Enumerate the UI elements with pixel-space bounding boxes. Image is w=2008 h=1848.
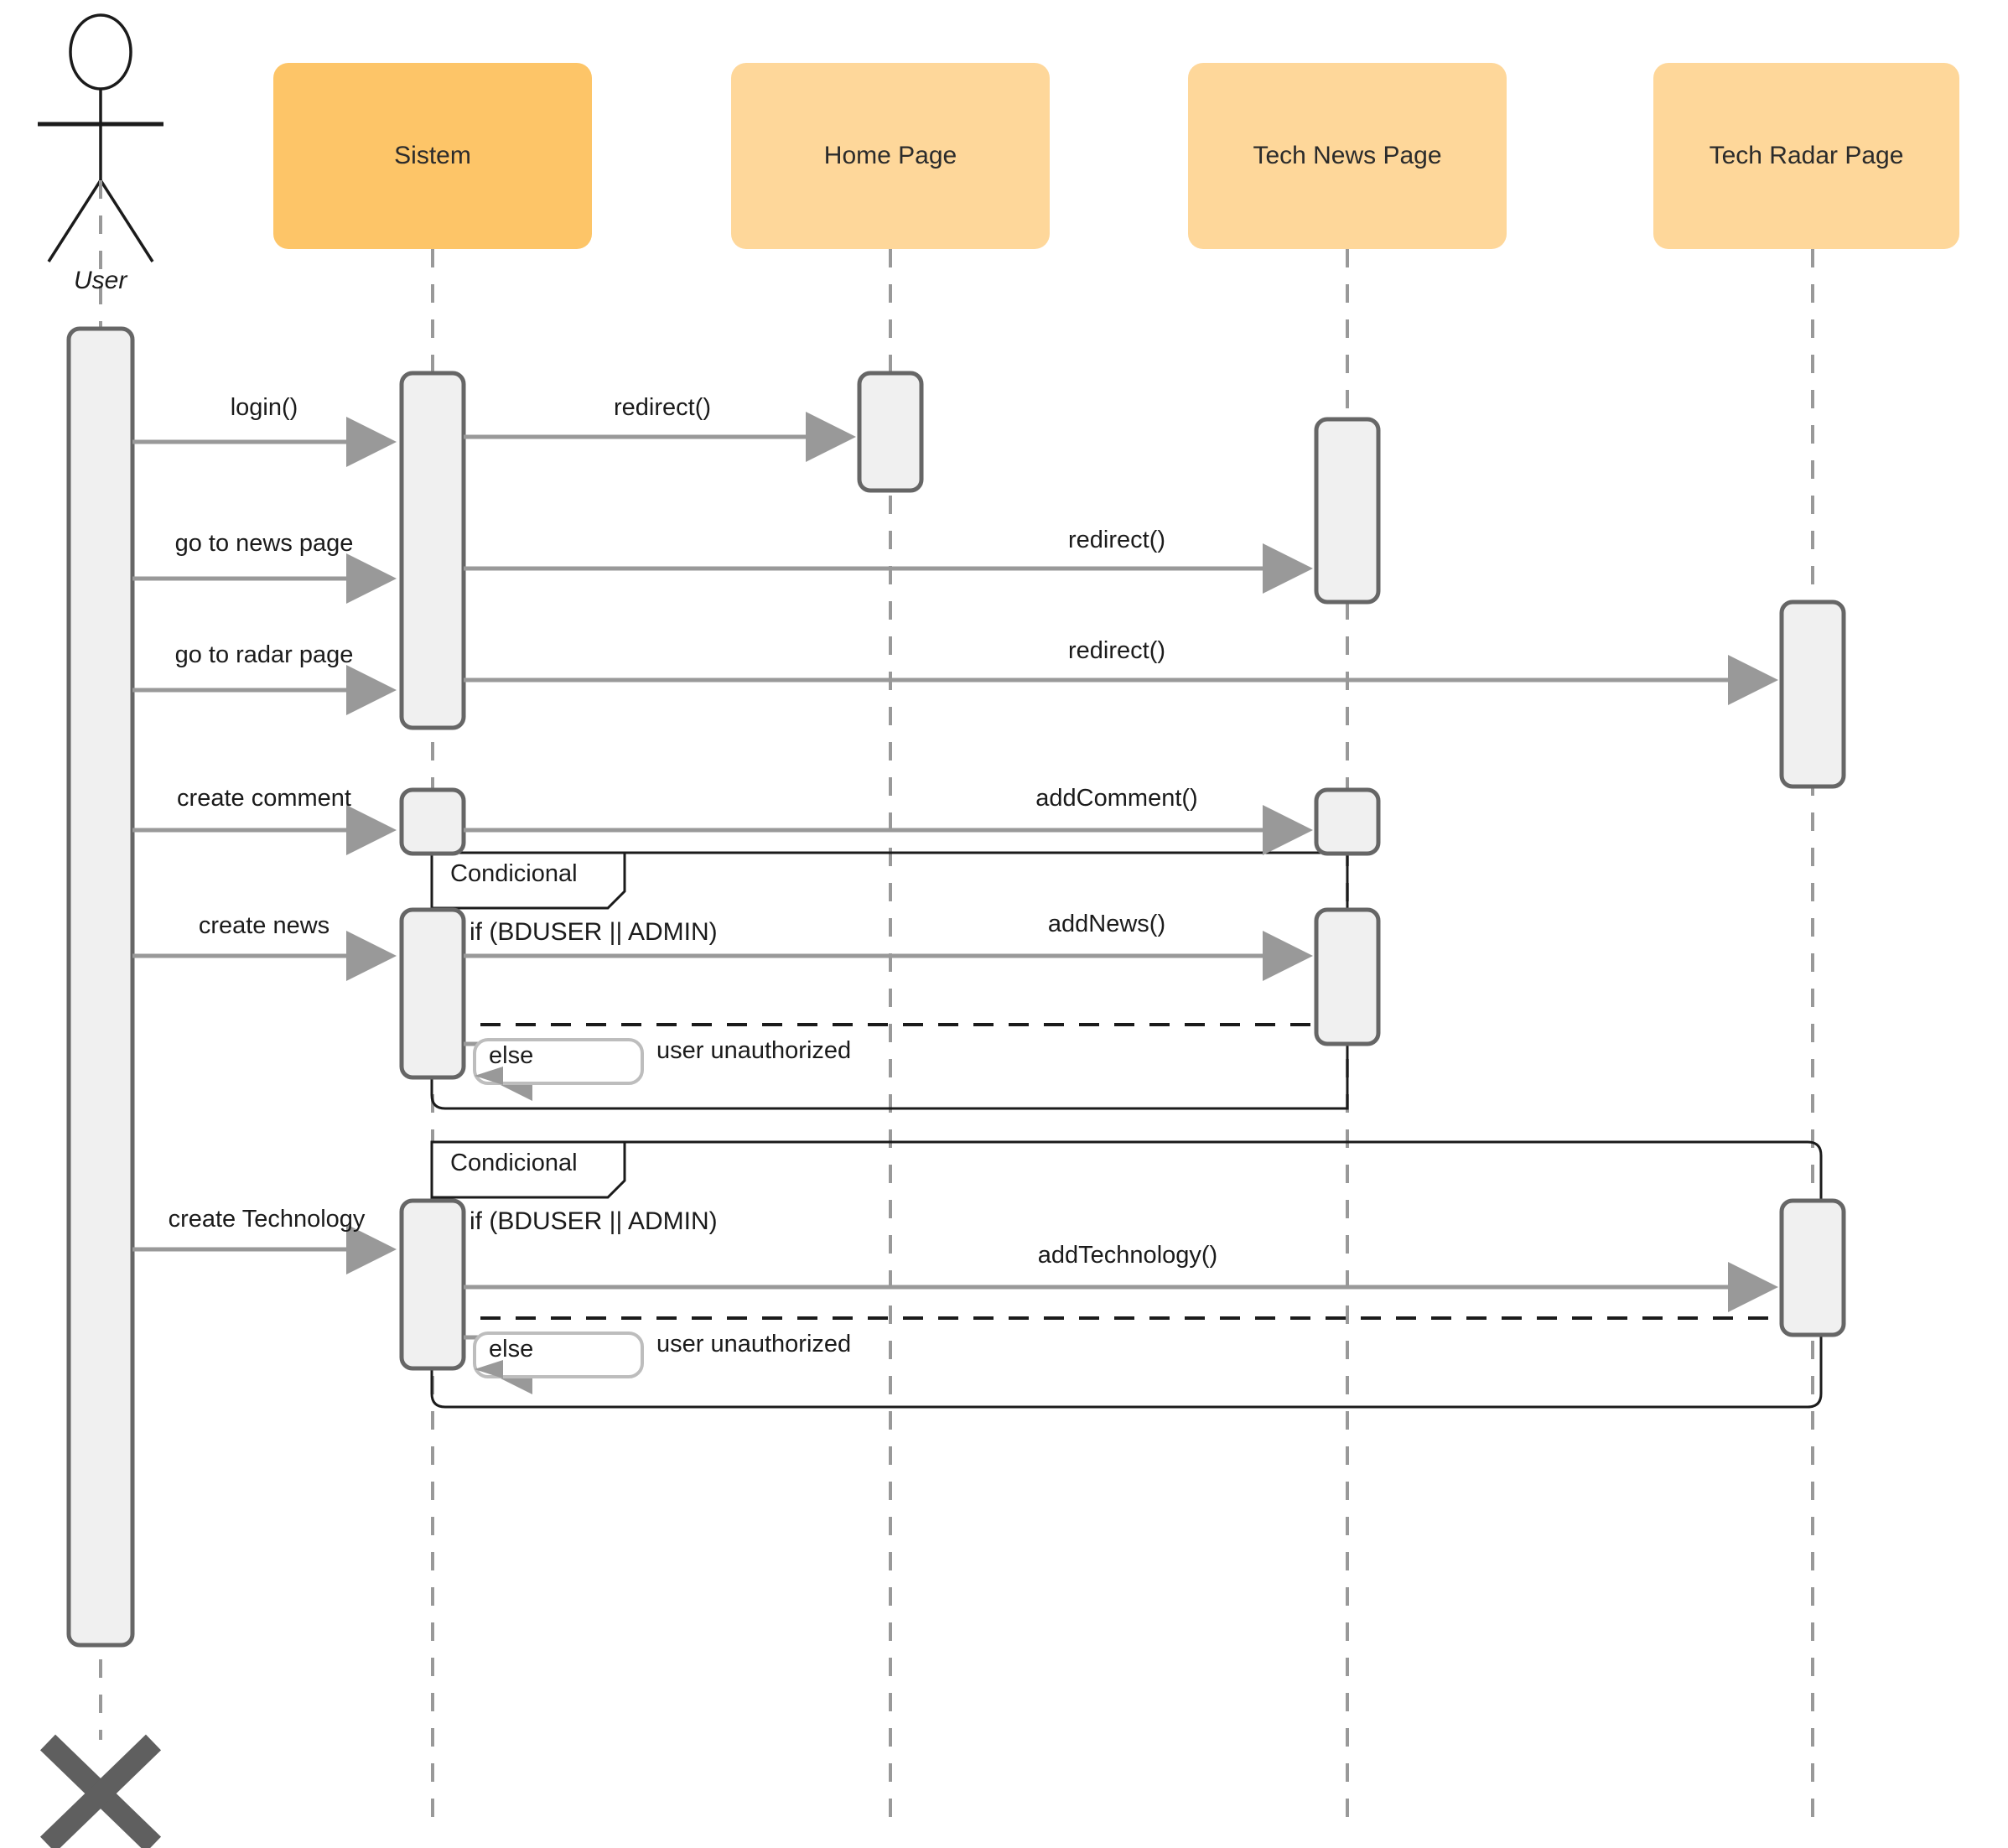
message-label-create-news: create news — [198, 912, 330, 939]
fragment-name-condicional-news: Condicional — [450, 860, 578, 887]
activation-technews-3 — [1314, 907, 1381, 1046]
fragment-else-label-news: else — [489, 1042, 534, 1069]
activation-technews-1 — [1314, 417, 1381, 605]
activation-techradar-1 — [1779, 600, 1846, 789]
message-label-create-technology: create Technology — [168, 1206, 366, 1233]
fragment-guard-condicional-news: if (BDUSER || ADMIN) — [470, 918, 718, 946]
activation-sistem-4 — [399, 1198, 466, 1371]
message-label-redirect-radar: redirect() — [1067, 637, 1166, 664]
message-label-go-to-radar-page: go to radar page — [174, 641, 354, 668]
activation-technews-2 — [1314, 787, 1381, 856]
activation-techradar-2 — [1779, 1198, 1846, 1337]
activation-sistem-2 — [399, 787, 466, 856]
lifeline-header-sistem[interactable]: Sistem — [273, 63, 592, 249]
activation-bars — [66, 326, 1846, 1648]
lifeline-dashes — [99, 180, 1814, 1832]
activation-sistem-1 — [399, 371, 466, 730]
message-label-redirect-home: redirect() — [613, 394, 712, 421]
actor-label-user: User — [74, 267, 127, 294]
fragment-else-label-technology: else — [489, 1336, 534, 1363]
message-label-redirect-news: redirect() — [1067, 527, 1166, 553]
message-label-login: login() — [230, 394, 298, 421]
message-label-add-news: addNews() — [1047, 911, 1166, 937]
lifeline-label-tech-radar-page: Tech Radar Page — [1709, 142, 1904, 169]
lifeline-header-tech-news-page[interactable]: Tech News Page — [1188, 63, 1507, 249]
lifeline-label-home-page: Home Page — [823, 142, 957, 169]
self-return-arrows — [464, 1041, 644, 1394]
message-label-add-comment: addComment() — [1035, 785, 1198, 812]
message-label-user-unauthorized-technology: user unauthorized — [656, 1331, 852, 1357]
activation-user — [66, 326, 135, 1648]
activation-home-1 — [857, 371, 924, 493]
x-destruction-icon — [39, 1734, 162, 1848]
activation-sistem-3 — [399, 907, 466, 1080]
message-label-add-technology: addTechnology() — [1037, 1242, 1218, 1269]
fragment-name-condicional-technology: Condicional — [450, 1150, 578, 1176]
message-label-go-to-news-page: go to news page — [174, 530, 354, 557]
fragment-guard-condicional-technology: if (BDUSER || ADMIN) — [470, 1207, 718, 1235]
message-arrows — [132, 412, 1778, 1312]
lifeline-header-home-page[interactable]: Home Page — [731, 63, 1050, 249]
lifeline-label-sistem: Sistem — [394, 142, 471, 169]
lifeline-label-tech-news-page: Tech News Page — [1253, 142, 1442, 169]
sequence-diagram-canvas: Sistem Home Page Tech News Page Tech Rad… — [0, 0, 2008, 1848]
lifeline-header-tech-radar-page[interactable]: Tech Radar Page — [1653, 63, 1959, 249]
message-label-user-unauthorized-news: user unauthorized — [656, 1037, 852, 1064]
message-label-create-comment: create comment — [177, 785, 351, 812]
